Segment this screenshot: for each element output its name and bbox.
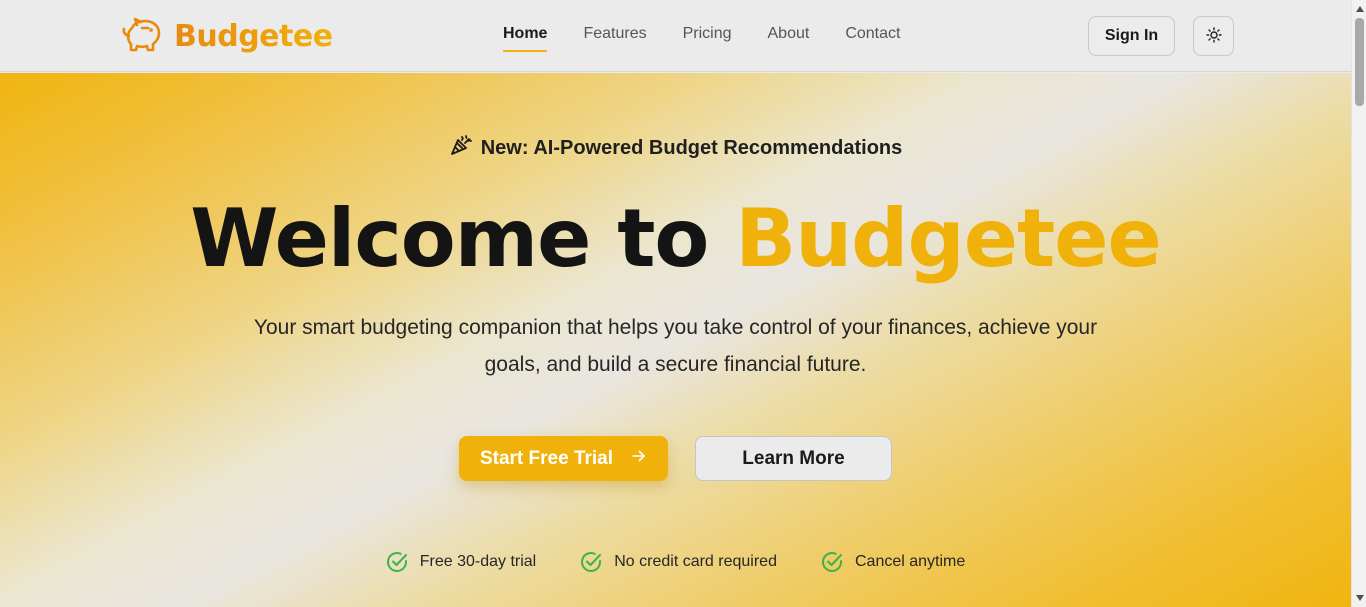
- arrow-right-icon: [631, 448, 647, 470]
- badge-text-wrap: New: AI-Powered Budget Recommendations: [481, 137, 903, 160]
- sun-icon: [1205, 26, 1222, 46]
- learn-more-button[interactable]: Learn More: [695, 436, 892, 481]
- piggy-bank-icon: [120, 16, 166, 56]
- scroll-up-icon[interactable]: [1352, 2, 1366, 16]
- announcement-badge: New: AI-Powered Budget Recommendations: [0, 133, 1351, 163]
- feature-label: Free 30-day trial: [419, 553, 537, 570]
- logo-link[interactable]: Budgetee: [120, 14, 333, 58]
- headline-brand: Budgetee: [735, 192, 1161, 285]
- theme-toggle-button[interactable]: [1193, 16, 1234, 56]
- feature-item-no-credit-card: No credit card required: [580, 551, 777, 573]
- subtitle-line-1: Your smart budgeting companion that help…: [253, 316, 1098, 339]
- logo-text: Budgetee: [174, 18, 333, 54]
- check-circle-icon: [386, 551, 408, 573]
- nav-item-features[interactable]: Features: [583, 24, 646, 44]
- page: Budgetee Home Features Pricing About Con…: [0, 0, 1351, 607]
- scrollbar-thumb[interactable]: [1355, 18, 1364, 106]
- nav-item-home[interactable]: Home: [503, 24, 548, 52]
- feature-label: Cancel anytime: [854, 553, 966, 570]
- vertical-scrollbar[interactable]: [1351, 0, 1366, 607]
- subtitle-line-2: goals, and build a secure financial futu…: [484, 353, 867, 376]
- sign-in-button[interactable]: Sign In: [1088, 16, 1175, 56]
- check-circle-icon: [580, 551, 602, 573]
- hero-subtitle: Your smart budgeting companion that help…: [200, 309, 1151, 383]
- start-free-trial-button[interactable]: Start Free Trial: [459, 436, 668, 481]
- site-header: Budgetee Home Features Pricing About Con…: [0, 0, 1351, 72]
- hero-headline: Welcome to Budgetee: [0, 191, 1351, 287]
- feature-item-cancel-anytime: Cancel anytime: [821, 551, 965, 573]
- badge-prefix: New:: [480, 136, 529, 159]
- feature-item-free-trial: Free 30-day trial: [386, 551, 537, 573]
- hero-section: New: AI-Powered Budget Recommendations W…: [0, 73, 1351, 607]
- feature-list: Free 30-day trial No credit card require…: [0, 551, 1351, 573]
- check-circle-icon: [821, 551, 843, 573]
- nav-item-pricing[interactable]: Pricing: [683, 24, 732, 44]
- main-nav: Home Features Pricing About Contact: [503, 0, 936, 72]
- feature-label: No credit card required: [614, 553, 777, 570]
- headline-welcome: Welcome to: [190, 192, 736, 285]
- nav-item-contact[interactable]: Contact: [845, 24, 900, 44]
- nav-item-about[interactable]: About: [768, 24, 810, 44]
- badge-text: AI-Powered Budget Recommendations: [528, 136, 903, 159]
- start-free-trial-label: Start Free Trial: [479, 447, 614, 469]
- scroll-down-icon[interactable]: [1352, 591, 1366, 605]
- party-popper-icon: [449, 133, 473, 163]
